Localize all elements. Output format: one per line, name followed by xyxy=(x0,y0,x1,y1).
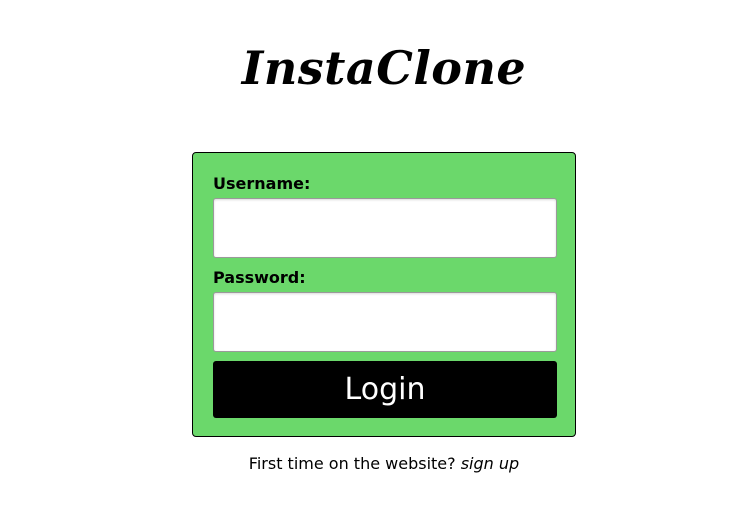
signup-link[interactable]: sign up xyxy=(461,454,519,473)
login-button[interactable]: Login xyxy=(213,361,557,418)
password-label: Password: xyxy=(213,268,306,287)
app-title: InstaClone xyxy=(241,41,527,95)
username-input[interactable] xyxy=(213,198,557,258)
signup-prompt: First time on the website? sign up xyxy=(0,454,744,474)
signup-prompt-text: First time on the website? xyxy=(248,454,456,473)
login-form: Username: Password: Login xyxy=(192,152,576,437)
password-input[interactable] xyxy=(213,292,557,352)
username-label: Username: xyxy=(213,174,311,193)
